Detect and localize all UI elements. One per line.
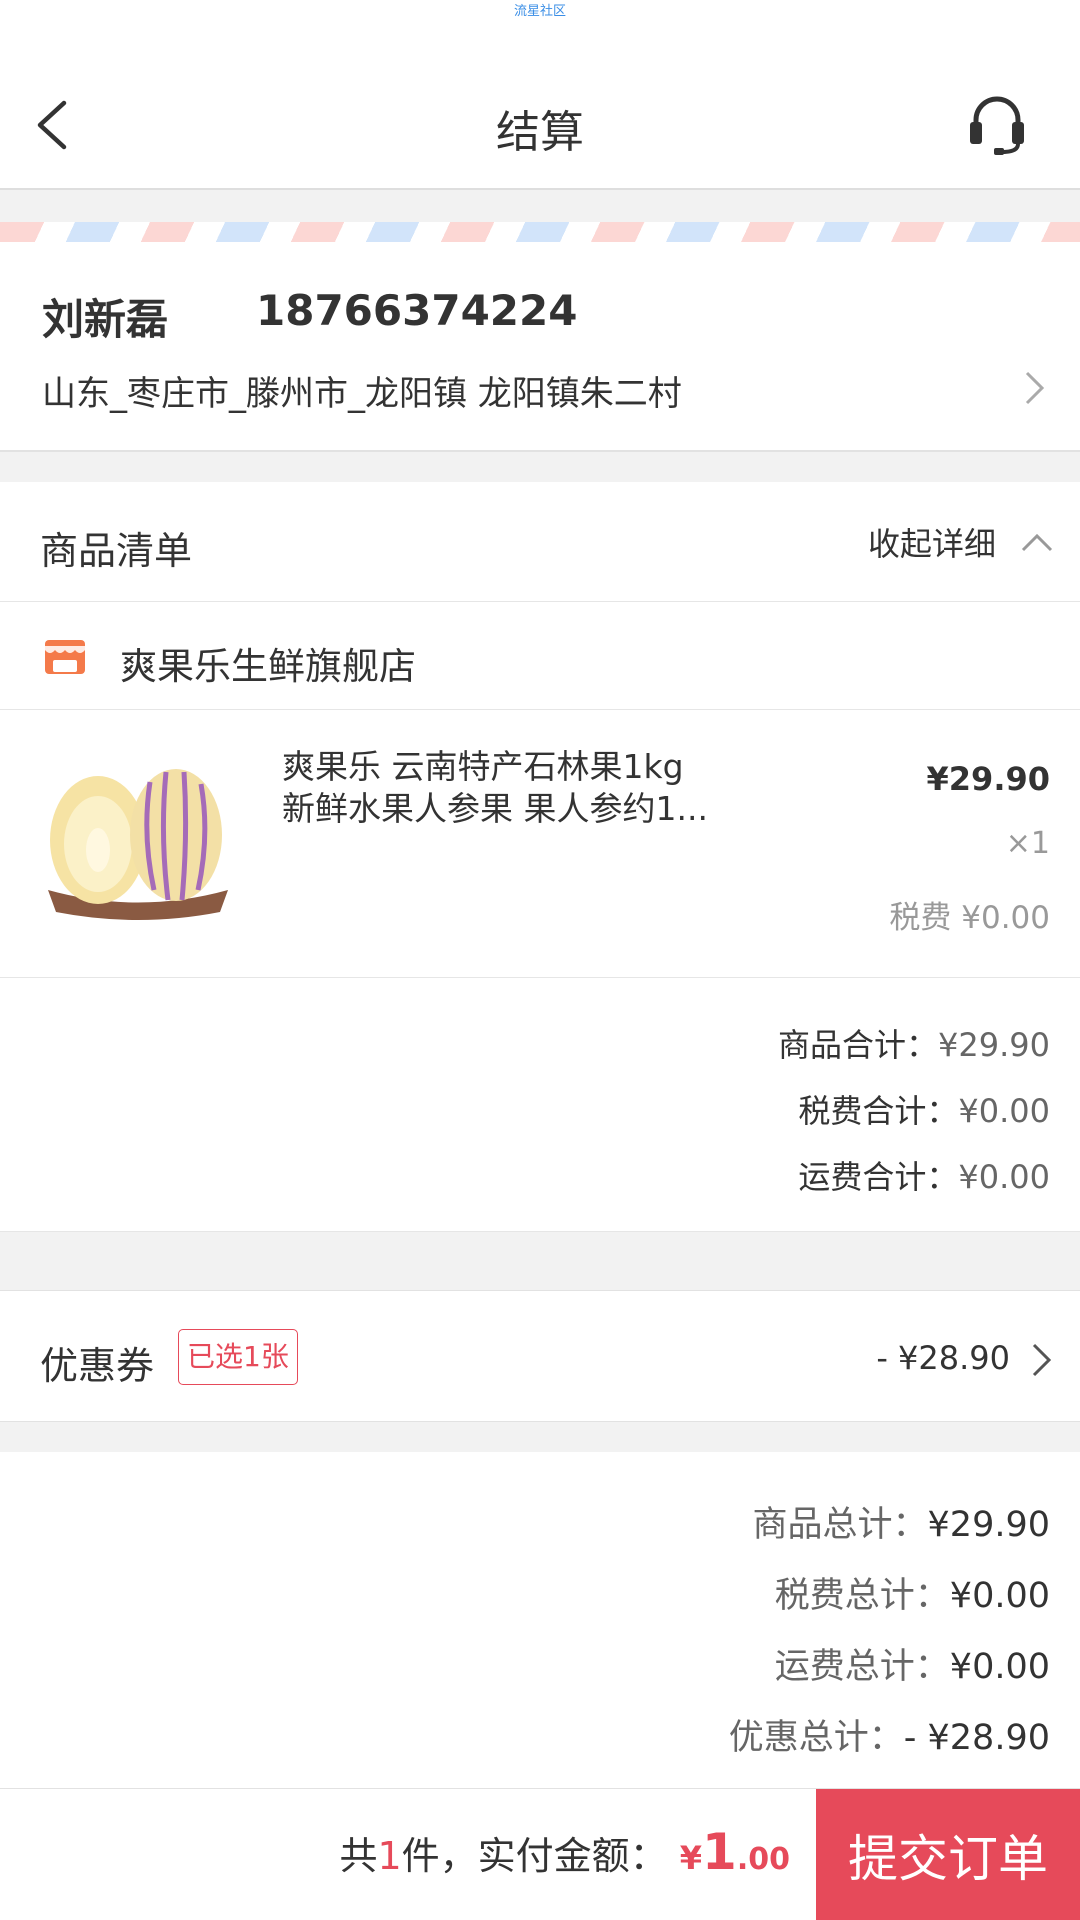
tax-total-value: ¥0.00 — [949, 1576, 1050, 1616]
product-image — [38, 740, 238, 940]
shipping-total-value: ¥0.00 — [949, 1647, 1050, 1687]
pay-suffix: 件，实付金额： — [401, 1834, 668, 1878]
pay-amount: ¥1.00 — [679, 1823, 790, 1881]
store-row[interactable]: 爽果乐生鲜旗舰店 — [0, 602, 1080, 710]
pay-summary: 共1件，实付金额： ¥1.00 — [339, 1823, 790, 1881]
receiver-name: 刘新磊 — [42, 295, 169, 344]
tax-subtotal-value: ¥0.00 — [958, 1092, 1050, 1130]
pay-amount-decimal: .00 — [736, 1842, 790, 1877]
discount-total-label: 优惠总计： — [728, 1718, 904, 1758]
coupon-selected-badge: 已选1张 — [178, 1329, 298, 1385]
goods-subtotal-label: 商品合计： — [778, 1026, 939, 1064]
discount-total: 优惠总计：- ¥28.90 — [729, 1709, 1050, 1760]
submit-order-button[interactable]: 提交订单 — [816, 1789, 1080, 1920]
tax-total: 税费总计：¥0.00 — [775, 1567, 1050, 1618]
checkout-page: 流星社区 结算 刘新磊 18766374224 山东_枣庄市_滕州市_龙阳镇 龙… — [0, 0, 1080, 1920]
status-bar: 流星社区 — [0, 0, 1080, 40]
store-subtotals: 商品合计：¥29.90 税费合计：¥0.00 运费合计：¥0.00 — [0, 978, 1080, 1232]
goods-total: 商品总计：¥29.90 — [753, 1496, 1050, 1547]
airmail-stripe — [0, 222, 1080, 242]
chevron-right-icon — [1022, 368, 1048, 408]
chevron-up-icon — [1021, 533, 1053, 552]
product-item[interactable]: 爽果乐 云南特产石林果1kg 新鲜水果人参果 果人参约1... ¥29.90 ×… — [0, 710, 1080, 978]
receiver-address: 山东_枣庄市_滕州市_龙阳镇 龙阳镇朱二村 — [42, 374, 682, 414]
shipping-subtotal-label: 运费合计： — [798, 1158, 959, 1196]
shipping-total-label: 运费总计： — [774, 1647, 950, 1687]
receiver-phone: 18766374224 — [256, 286, 578, 335]
page-title: 结算 — [496, 107, 584, 158]
collapse-details-button[interactable]: 收起详细 — [867, 522, 1054, 563]
goods-title: 商品清单 — [40, 529, 193, 573]
pay-currency: ¥ — [679, 1839, 703, 1877]
discount-total-value: - ¥28.90 — [903, 1718, 1050, 1758]
item-count: 1 — [377, 1834, 402, 1878]
product-title-line1: 爽果乐 云南特产石林果1kg — [282, 747, 684, 786]
coupon-amount: - ¥28.90 — [876, 1339, 1010, 1377]
store-icon — [44, 636, 86, 676]
shipping-total: 运费总计：¥0.00 — [775, 1638, 1050, 1689]
header: 结算 — [0, 40, 1080, 190]
shipping-subtotal-value: ¥0.00 — [958, 1158, 1050, 1196]
product-price: ¥29.90 — [926, 760, 1050, 798]
goods-subtotal-value: ¥29.90 — [938, 1026, 1050, 1064]
tax-total-label: 税费总计： — [774, 1576, 950, 1616]
pay-prefix: 共 — [339, 1834, 378, 1878]
coupon-row[interactable]: 优惠券 已选1张 - ¥28.90 — [0, 1290, 1080, 1422]
coupon-label: 优惠券 — [40, 1344, 155, 1388]
chevron-right-icon — [1030, 1341, 1054, 1379]
product-quantity: ×1 — [1005, 826, 1050, 861]
tax-subtotal-label: 税费合计： — [798, 1092, 959, 1130]
checkout-bar: 共1件，实付金额： ¥1.00 提交订单 — [0, 1788, 1080, 1920]
goods-subtotal: 商品合计：¥29.90 — [778, 1020, 1050, 1066]
goods-total-value: ¥29.90 — [927, 1505, 1050, 1545]
goods-total-label: 商品总计： — [752, 1505, 928, 1545]
order-totals: 商品总计：¥29.90 税费总计：¥0.00 运费总计：¥0.00 优惠总计：-… — [0, 1452, 1080, 1792]
status-bar-text: 流星社区 — [513, 4, 566, 19]
collapse-label: 收起详细 — [867, 525, 996, 563]
product-title: 爽果乐 云南特产石林果1kg 新鲜水果人参果 果人参约1... — [282, 746, 752, 830]
headset-icon — [970, 96, 1024, 155]
product-tax: 税费 ¥0.00 — [889, 900, 1050, 936]
product-title-line2: 新鲜水果人参果 果人参约1... — [282, 789, 708, 828]
goods-header: 商品清单 收起详细 — [0, 482, 1080, 602]
goods-section: 商品清单 收起详细 爽果乐生鲜旗舰店 爽果乐 云南特产石林果1kg 新鲜水果人参… — [0, 482, 1080, 1232]
customer-service-button[interactable] — [962, 90, 1032, 160]
store-name: 爽果乐生鲜旗舰店 — [120, 645, 416, 688]
tax-subtotal: 税费合计：¥0.00 — [798, 1086, 1050, 1132]
shipping-subtotal: 运费合计：¥0.00 — [798, 1152, 1050, 1198]
pay-amount-integer: 1 — [702, 1823, 737, 1881]
